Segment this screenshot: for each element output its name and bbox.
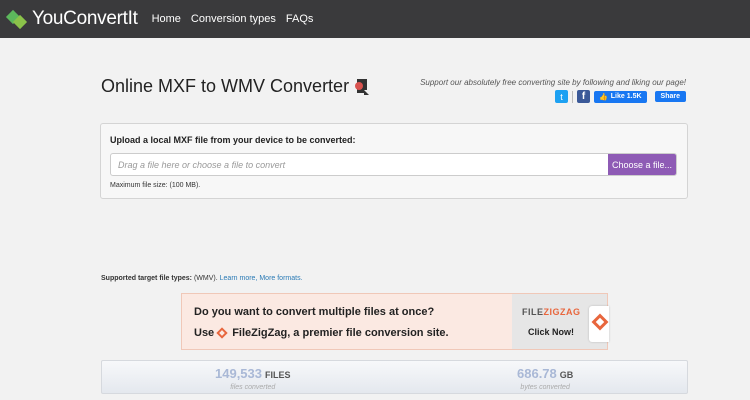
files-unit: FILES bbox=[265, 370, 291, 380]
choose-file-button[interactable]: Choose a file... bbox=[608, 154, 676, 175]
bytes-unit: GB bbox=[559, 370, 574, 380]
banner-use-prefix: Use bbox=[194, 327, 215, 339]
banner-use-line: Use FileZigZag, a premier file conversio… bbox=[194, 326, 449, 339]
facebook-share-button[interactable]: Share bbox=[654, 91, 686, 102]
logo-zigzag-text: ZIGZAG bbox=[543, 307, 581, 317]
supported-types: Supported target file types: (WMV). Lear… bbox=[101, 275, 303, 282]
brand-logo-icon bbox=[5, 9, 28, 30]
more-formats-link[interactable]: More formats. bbox=[259, 275, 302, 282]
click-now-button[interactable]: Click Now! bbox=[528, 327, 574, 337]
page-title: Online MXF to WMV Converter bbox=[101, 76, 370, 97]
file-dropzone[interactable]: Drag a file here or choose a file to con… bbox=[110, 153, 677, 176]
stats-bar: 149,533 FILES files converted 686.78 GB by… bbox=[101, 360, 688, 394]
fb-like-label: Like 1.5K bbox=[610, 93, 642, 100]
banner-use-text: FileZigZag, a premier file conversion si… bbox=[232, 327, 449, 339]
max-file-size: Maximum file size: (100 MB). bbox=[110, 182, 201, 189]
logo-file-text: FILE bbox=[522, 307, 544, 317]
files-stat: 149,533 FILES files converted bbox=[215, 365, 291, 391]
nav-link-faqs[interactable]: FAQs bbox=[286, 13, 314, 25]
filezigzag-banner[interactable]: Do you want to convert multiple files at… bbox=[181, 293, 609, 350]
bytes-stat: 686.78 GB bytes converted bbox=[517, 365, 573, 391]
learn-more-link[interactable]: Learn more, bbox=[220, 275, 258, 282]
brand-name: YouConvertIt bbox=[32, 8, 138, 29]
filezigzag-logo: FILEZIGZAG bbox=[522, 307, 581, 317]
banner-cta[interactable]: FILEZIGZAG Click Now! bbox=[512, 294, 609, 349]
thumbs-up-icon: 👍 bbox=[599, 93, 608, 101]
bytes-sub: bytes converted bbox=[520, 384, 570, 391]
social-buttons: t f 👍 Like 1.5K Share bbox=[555, 90, 686, 103]
banner-question: Do you want to convert multiple files at… bbox=[194, 306, 435, 318]
twitter-icon[interactable]: t bbox=[555, 90, 569, 103]
facebook-like-button[interactable]: 👍 Like 1.5K bbox=[594, 90, 647, 103]
page-title-text: Online MXF to WMV Converter bbox=[101, 76, 350, 96]
files-count: 149,533 bbox=[215, 366, 262, 381]
navbar: YouConvertIt Home Conversion types FAQs bbox=[0, 0, 750, 38]
supported-types-value: (WMV). bbox=[193, 275, 218, 282]
nav-links: Home Conversion types FAQs bbox=[152, 13, 324, 25]
supported-label: Supported target file types: bbox=[101, 275, 193, 282]
filezigzag-icon bbox=[216, 326, 228, 339]
files-sub: files converted bbox=[230, 384, 276, 391]
support-text: Support our absolutely free converting s… bbox=[420, 78, 686, 87]
brand-link[interactable]: YouConvertIt bbox=[5, 0, 138, 38]
facebook-icon[interactable]: f bbox=[577, 90, 591, 103]
upload-label: Upload a local MXF file from your device… bbox=[110, 135, 356, 145]
dropzone-placeholder: Drag a file here or choose a file to con… bbox=[118, 160, 286, 170]
bookmark-file-icon bbox=[355, 78, 370, 95]
bytes-count: 686.78 bbox=[517, 366, 557, 381]
nav-link-home[interactable]: Home bbox=[152, 13, 181, 25]
upload-panel: Upload a local MXF file from your device… bbox=[100, 123, 688, 199]
filezigzag-app-icon bbox=[589, 306, 609, 342]
nav-link-conversion-types[interactable]: Conversion types bbox=[191, 13, 276, 25]
divider bbox=[572, 90, 574, 103]
